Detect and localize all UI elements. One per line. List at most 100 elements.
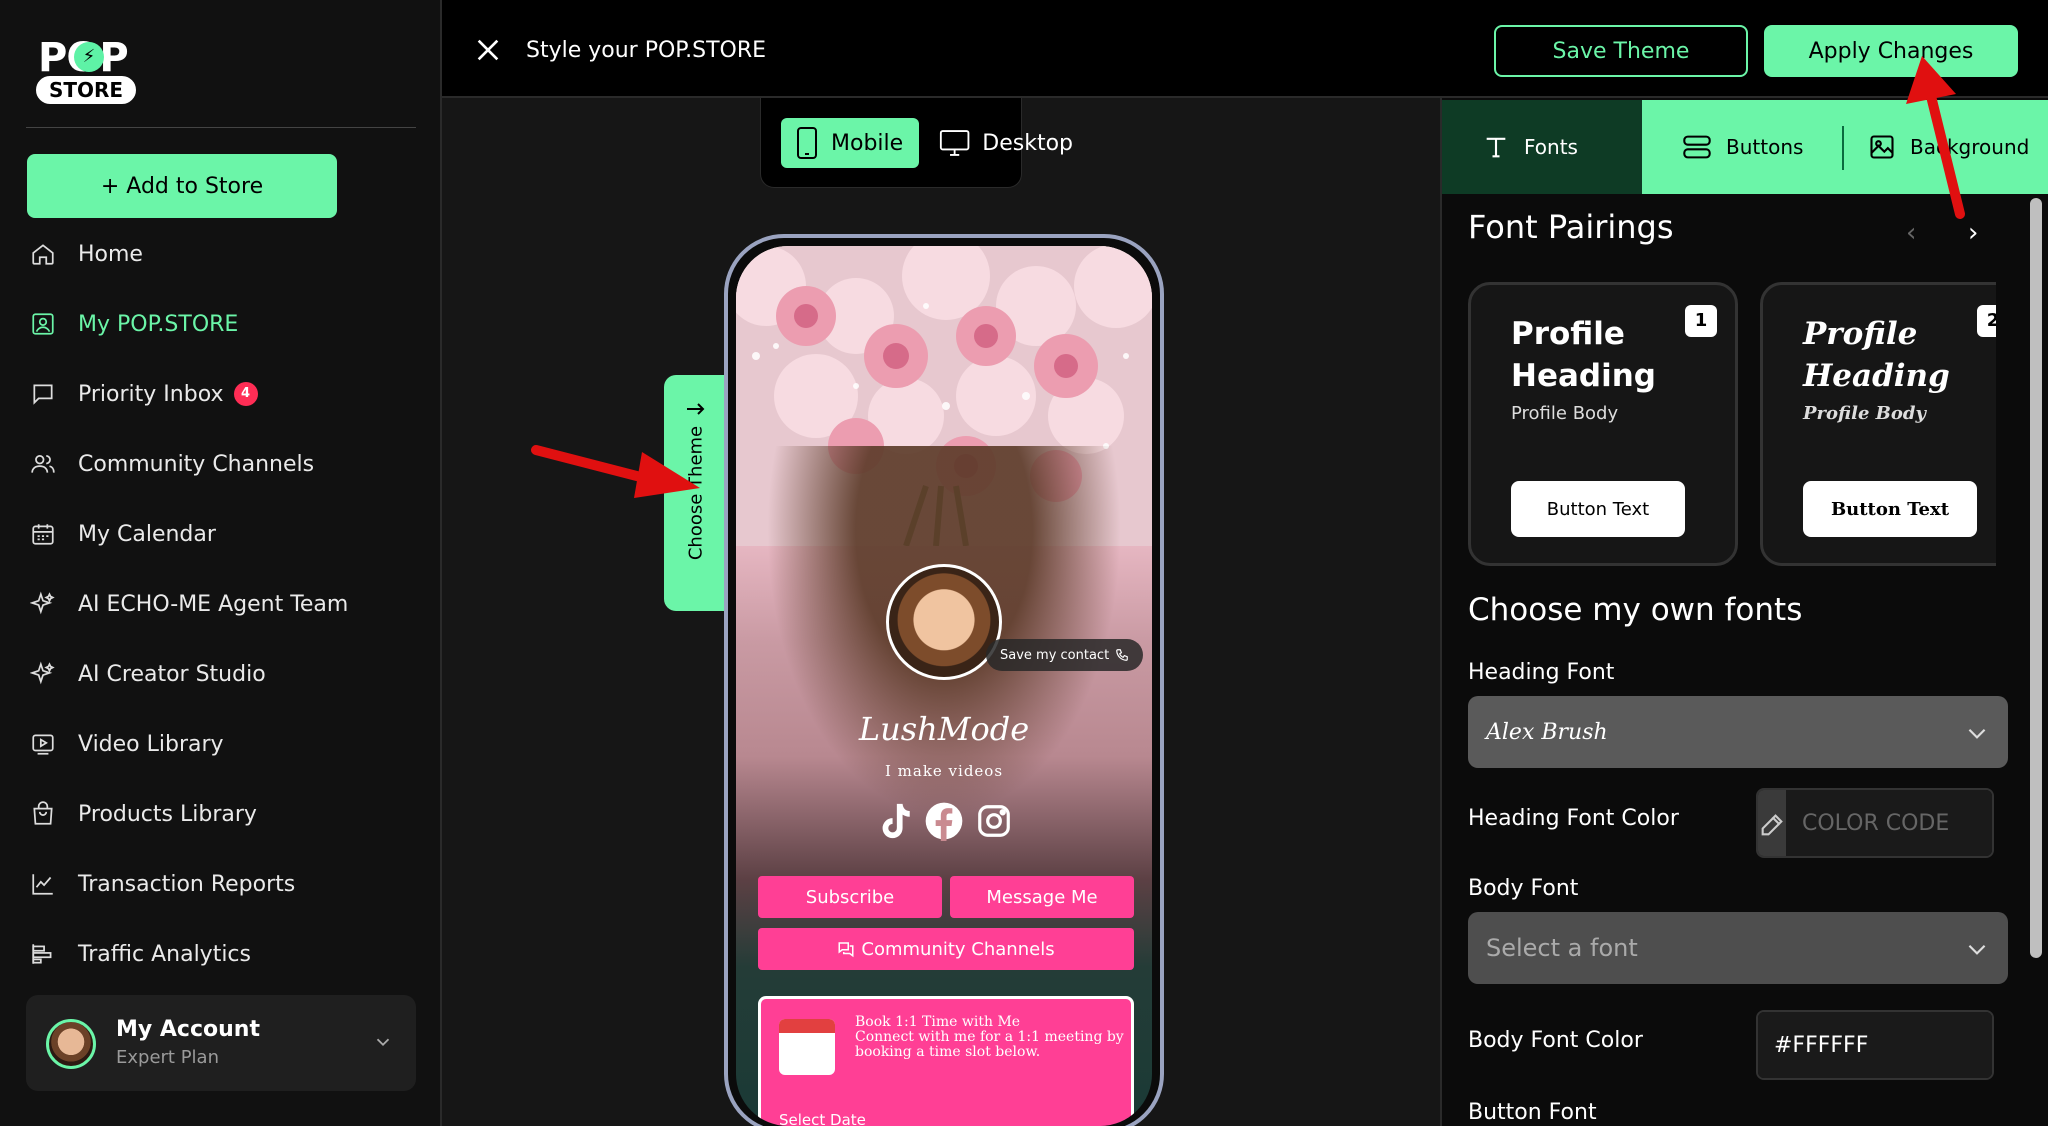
sidebar-item-traffic-analytics[interactable]: Traffic Analytics — [28, 934, 251, 974]
sidebar-item-home[interactable]: Home — [28, 234, 143, 274]
sidebar-item-my-pop-store[interactable]: My POP.STORE — [28, 304, 238, 344]
sidebar-item-label: Transaction Reports — [78, 871, 296, 897]
tiktok-icon[interactable] — [874, 801, 914, 841]
mobile-view-button[interactable]: Mobile — [781, 118, 919, 168]
preview-area: Mobile Desktop Choose Theme Save my cont… — [442, 98, 1440, 1126]
divider — [26, 127, 416, 128]
account-plan: Expert Plan — [116, 1047, 219, 1068]
sidebar-item-label: Products Library — [78, 801, 257, 827]
desktop-label: Desktop — [982, 130, 1073, 156]
trend-icon — [28, 869, 58, 899]
facebook-icon[interactable] — [924, 801, 964, 841]
booking-card[interactable]: Book 1:1 Time with Me Connect with me fo… — [758, 996, 1134, 1126]
mobile-label: Mobile — [831, 130, 904, 156]
eyedropper-icon[interactable] — [1758, 790, 1786, 856]
account-name: My Account — [116, 1017, 260, 1042]
choose-theme-label: Choose Theme — [685, 425, 707, 561]
sidebar-item-label: Community Channels — [78, 451, 315, 477]
profile-name: LushMode — [858, 710, 1030, 748]
message-me-button[interactable]: Message Me — [950, 876, 1134, 918]
top-bar: Style your POP.STORE Save Theme Apply Ch… — [442, 0, 2048, 98]
profile-bio: I make videos — [884, 762, 1004, 780]
pairing-number: 2 — [1977, 305, 1996, 337]
social-links — [874, 801, 1014, 847]
booking-description: Connect with me for a 1:1 meeting by boo… — [855, 1029, 1124, 1060]
sidebar-item-ai-creator-studio[interactable]: AI Creator Studio — [28, 654, 266, 694]
font-pairing-card[interactable]: Profile Heading Profile Body 1 Button Te… — [1468, 282, 1738, 566]
pairing-number: 1 — [1685, 305, 1717, 337]
style-panel: Fonts Buttons Background Font Pairings ‹… — [1440, 98, 2048, 1126]
profile-icon — [28, 309, 58, 339]
bolt-icon: ⚡ — [74, 42, 104, 72]
sidebar-item-products-library[interactable]: Products Library — [28, 794, 257, 834]
body-color-input[interactable] — [1758, 1012, 1992, 1078]
sparkle-icon — [28, 589, 58, 619]
save-contact-label: Save my contact — [1000, 647, 1110, 663]
pairing-body: Profile Body — [1803, 403, 1926, 424]
body-font-label: Body Font — [1468, 876, 1579, 901]
pairings-carousel: Profile Heading Profile Body 1 Button Te… — [1442, 98, 1996, 578]
body-font-placeholder: Select a font — [1486, 934, 1638, 962]
phone-screen: Save my contact LushMode I make videos S… — [736, 246, 1152, 1126]
analytics-icon — [28, 939, 58, 969]
save-theme-button[interactable]: Save Theme — [1494, 25, 1748, 77]
sidebar-item-label: Video Library — [78, 731, 224, 757]
phone-mockup: Save my contact LushMode I make videos S… — [724, 234, 1164, 1126]
page-title: Style your POP.STORE — [526, 38, 767, 63]
sidebar-item-transaction-reports[interactable]: Transaction Reports — [28, 864, 295, 904]
bag-icon — [28, 799, 58, 829]
pairing-body: Profile Body — [1511, 403, 1619, 424]
sidebar-item-label: My Calendar — [78, 521, 216, 547]
pop-store-logo[interactable]: POP ⚡ STORE — [36, 38, 136, 104]
heading-color-input[interactable] — [1786, 790, 1992, 856]
chevron-down-icon — [1964, 936, 1990, 968]
community-label: Community Channels — [861, 938, 1055, 960]
button-font-label: Button Font — [1468, 1100, 1597, 1125]
apply-changes-button[interactable]: Apply Changes — [1764, 25, 2018, 77]
subscribe-button[interactable]: Subscribe — [758, 876, 942, 918]
heading-font-value: Alex Brush — [1486, 719, 1608, 745]
chevron-down-icon — [1964, 720, 1990, 752]
pairing-button-preview: Button Text — [1511, 481, 1685, 537]
sidebar-item-ai-echo-me[interactable]: AI ECHO-ME Agent Team — [28, 584, 348, 624]
sidebar-item-label: Home — [78, 241, 143, 267]
calendar-icon — [28, 519, 58, 549]
inbox-count-badge: 4 — [233, 382, 258, 406]
sidebar-item-priority-inbox[interactable]: Priority Inbox 4 — [28, 374, 258, 414]
community-channels-button[interactable]: Community Channels — [758, 928, 1134, 970]
arrow-right-icon — [682, 399, 708, 423]
choose-theme-tab[interactable]: Choose Theme — [664, 375, 728, 611]
sidebar-item-community-channels[interactable]: Community Channels — [28, 444, 314, 484]
sidebar-item-my-calendar[interactable]: My Calendar — [28, 514, 216, 554]
sidebar: POP ⚡ STORE + Add to Store Home My POP.S… — [0, 0, 442, 1126]
add-to-store-button[interactable]: + Add to Store — [27, 154, 337, 218]
own-fonts-title: Choose my own fonts — [1468, 592, 1803, 628]
monitor-icon — [939, 130, 970, 156]
account-menu[interactable]: My Account Expert Plan — [26, 995, 416, 1091]
sidebar-item-label: Priority Inbox — [78, 381, 224, 407]
device-toggle: Mobile Desktop — [760, 98, 1073, 188]
sidebar-item-label: My POP.STORE — [78, 311, 239, 337]
booking-title: Book 1:1 Time with Me — [855, 1014, 1021, 1030]
body-color-picker — [1756, 1010, 1994, 1080]
desktop-view-button[interactable]: Desktop — [933, 118, 1073, 168]
sidebar-item-label: AI ECHO-ME Agent Team — [78, 591, 349, 617]
heading-color-label: Heading Font Color — [1468, 806, 1679, 831]
sparkle-icon — [28, 659, 58, 689]
panel-scrollbar[interactable] — [2030, 198, 2042, 958]
body-font-select[interactable]: Select a font — [1468, 912, 2008, 984]
font-pairing-card[interactable]: Profile Heading Profile Body 2 Button Te… — [1760, 282, 1996, 566]
heading-font-label: Heading Font — [1468, 660, 1615, 685]
pairing-button-preview: Button Text — [1803, 481, 1977, 537]
video-icon — [28, 729, 58, 759]
pairing-heading: Profile Heading — [1803, 316, 1950, 394]
phone-icon — [797, 127, 817, 159]
save-contact-button[interactable]: Save my contact — [986, 639, 1144, 671]
profile-avatar — [886, 564, 1002, 680]
heading-font-select[interactable]: Alex Brush — [1468, 696, 2008, 768]
instagram-icon[interactable] — [974, 801, 1014, 841]
sidebar-item-video-library[interactable]: Video Library — [28, 724, 224, 764]
close-icon[interactable] — [472, 34, 504, 66]
body-color-label: Body Font Color — [1468, 1028, 1643, 1053]
sidebar-item-label: AI Creator Studio — [78, 661, 266, 687]
